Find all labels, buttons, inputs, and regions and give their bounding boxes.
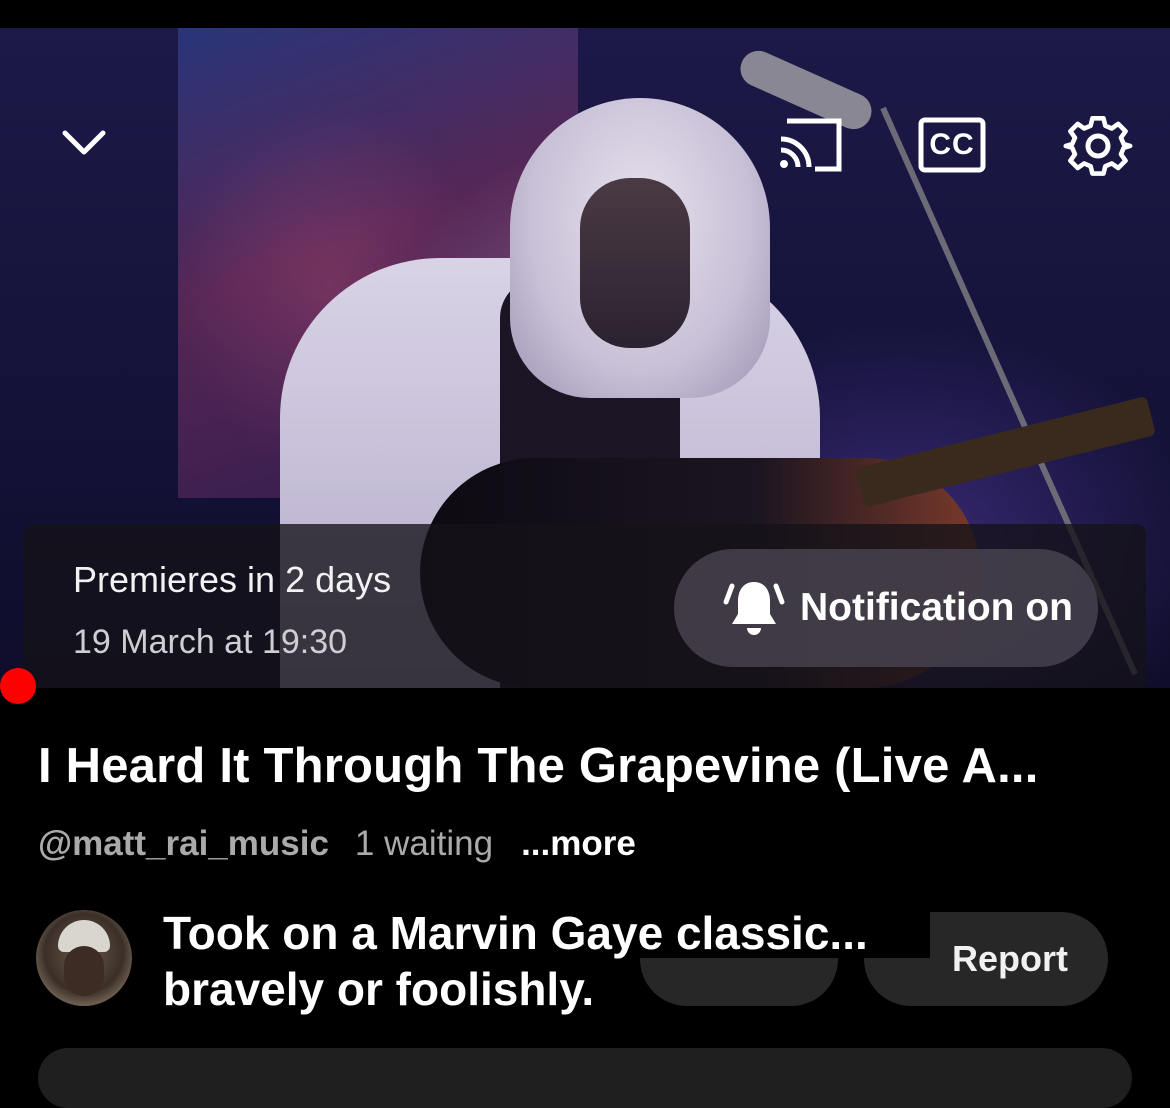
- description-popup: Took on a Marvin Gaye classic... bravely…: [160, 907, 930, 1015]
- description-line-1: Took on a Marvin Gaye classic...: [163, 907, 868, 959]
- settings-button[interactable]: [1058, 106, 1138, 186]
- report-label: Report: [952, 938, 1068, 979]
- video-title[interactable]: I Heard It Through The Grapevine (Live A…: [38, 738, 1039, 794]
- bell-ringing-icon: [723, 582, 785, 635]
- collapse-player-button[interactable]: [54, 112, 114, 172]
- channel-avatar[interactable]: [36, 910, 132, 1006]
- captions-label: CC: [929, 128, 975, 161]
- premiere-date: 19 March at 19:30: [73, 623, 348, 661]
- chevron-down-icon: [62, 130, 106, 155]
- comments-card[interactable]: [38, 1048, 1132, 1108]
- captions-button[interactable]: CC: [912, 110, 992, 180]
- more-link[interactable]: ...more: [521, 824, 636, 864]
- cast-button[interactable]: [770, 110, 850, 180]
- channel-handle[interactable]: @matt_rai_music: [38, 824, 329, 864]
- premiere-countdown: Premieres in 2 days: [73, 559, 392, 600]
- guitar-neck: [855, 396, 1156, 508]
- gear-icon: [1063, 116, 1133, 176]
- video-player[interactable]: CC Premieres in 2 days 19 March at 19:30…: [0, 28, 1170, 688]
- waiting-count: 1 waiting: [354, 824, 494, 863]
- video-meta-row: @matt_rai_music 1 waiting ...more: [38, 824, 636, 864]
- avatar-face: [64, 946, 104, 996]
- description-line-2: bravely or foolishly.: [163, 963, 595, 1015]
- status-bar-strip: [0, 0, 1170, 28]
- progress-scrubber[interactable]: [0, 668, 36, 704]
- notification-toggle-button[interactable]: Notification on: [674, 549, 1098, 667]
- cast-icon: [780, 118, 842, 172]
- premiere-info-panel: Premieres in 2 days 19 March at 19:30 No…: [24, 524, 1146, 688]
- performer-face: [580, 178, 690, 348]
- notification-label: Notification on: [800, 586, 1073, 629]
